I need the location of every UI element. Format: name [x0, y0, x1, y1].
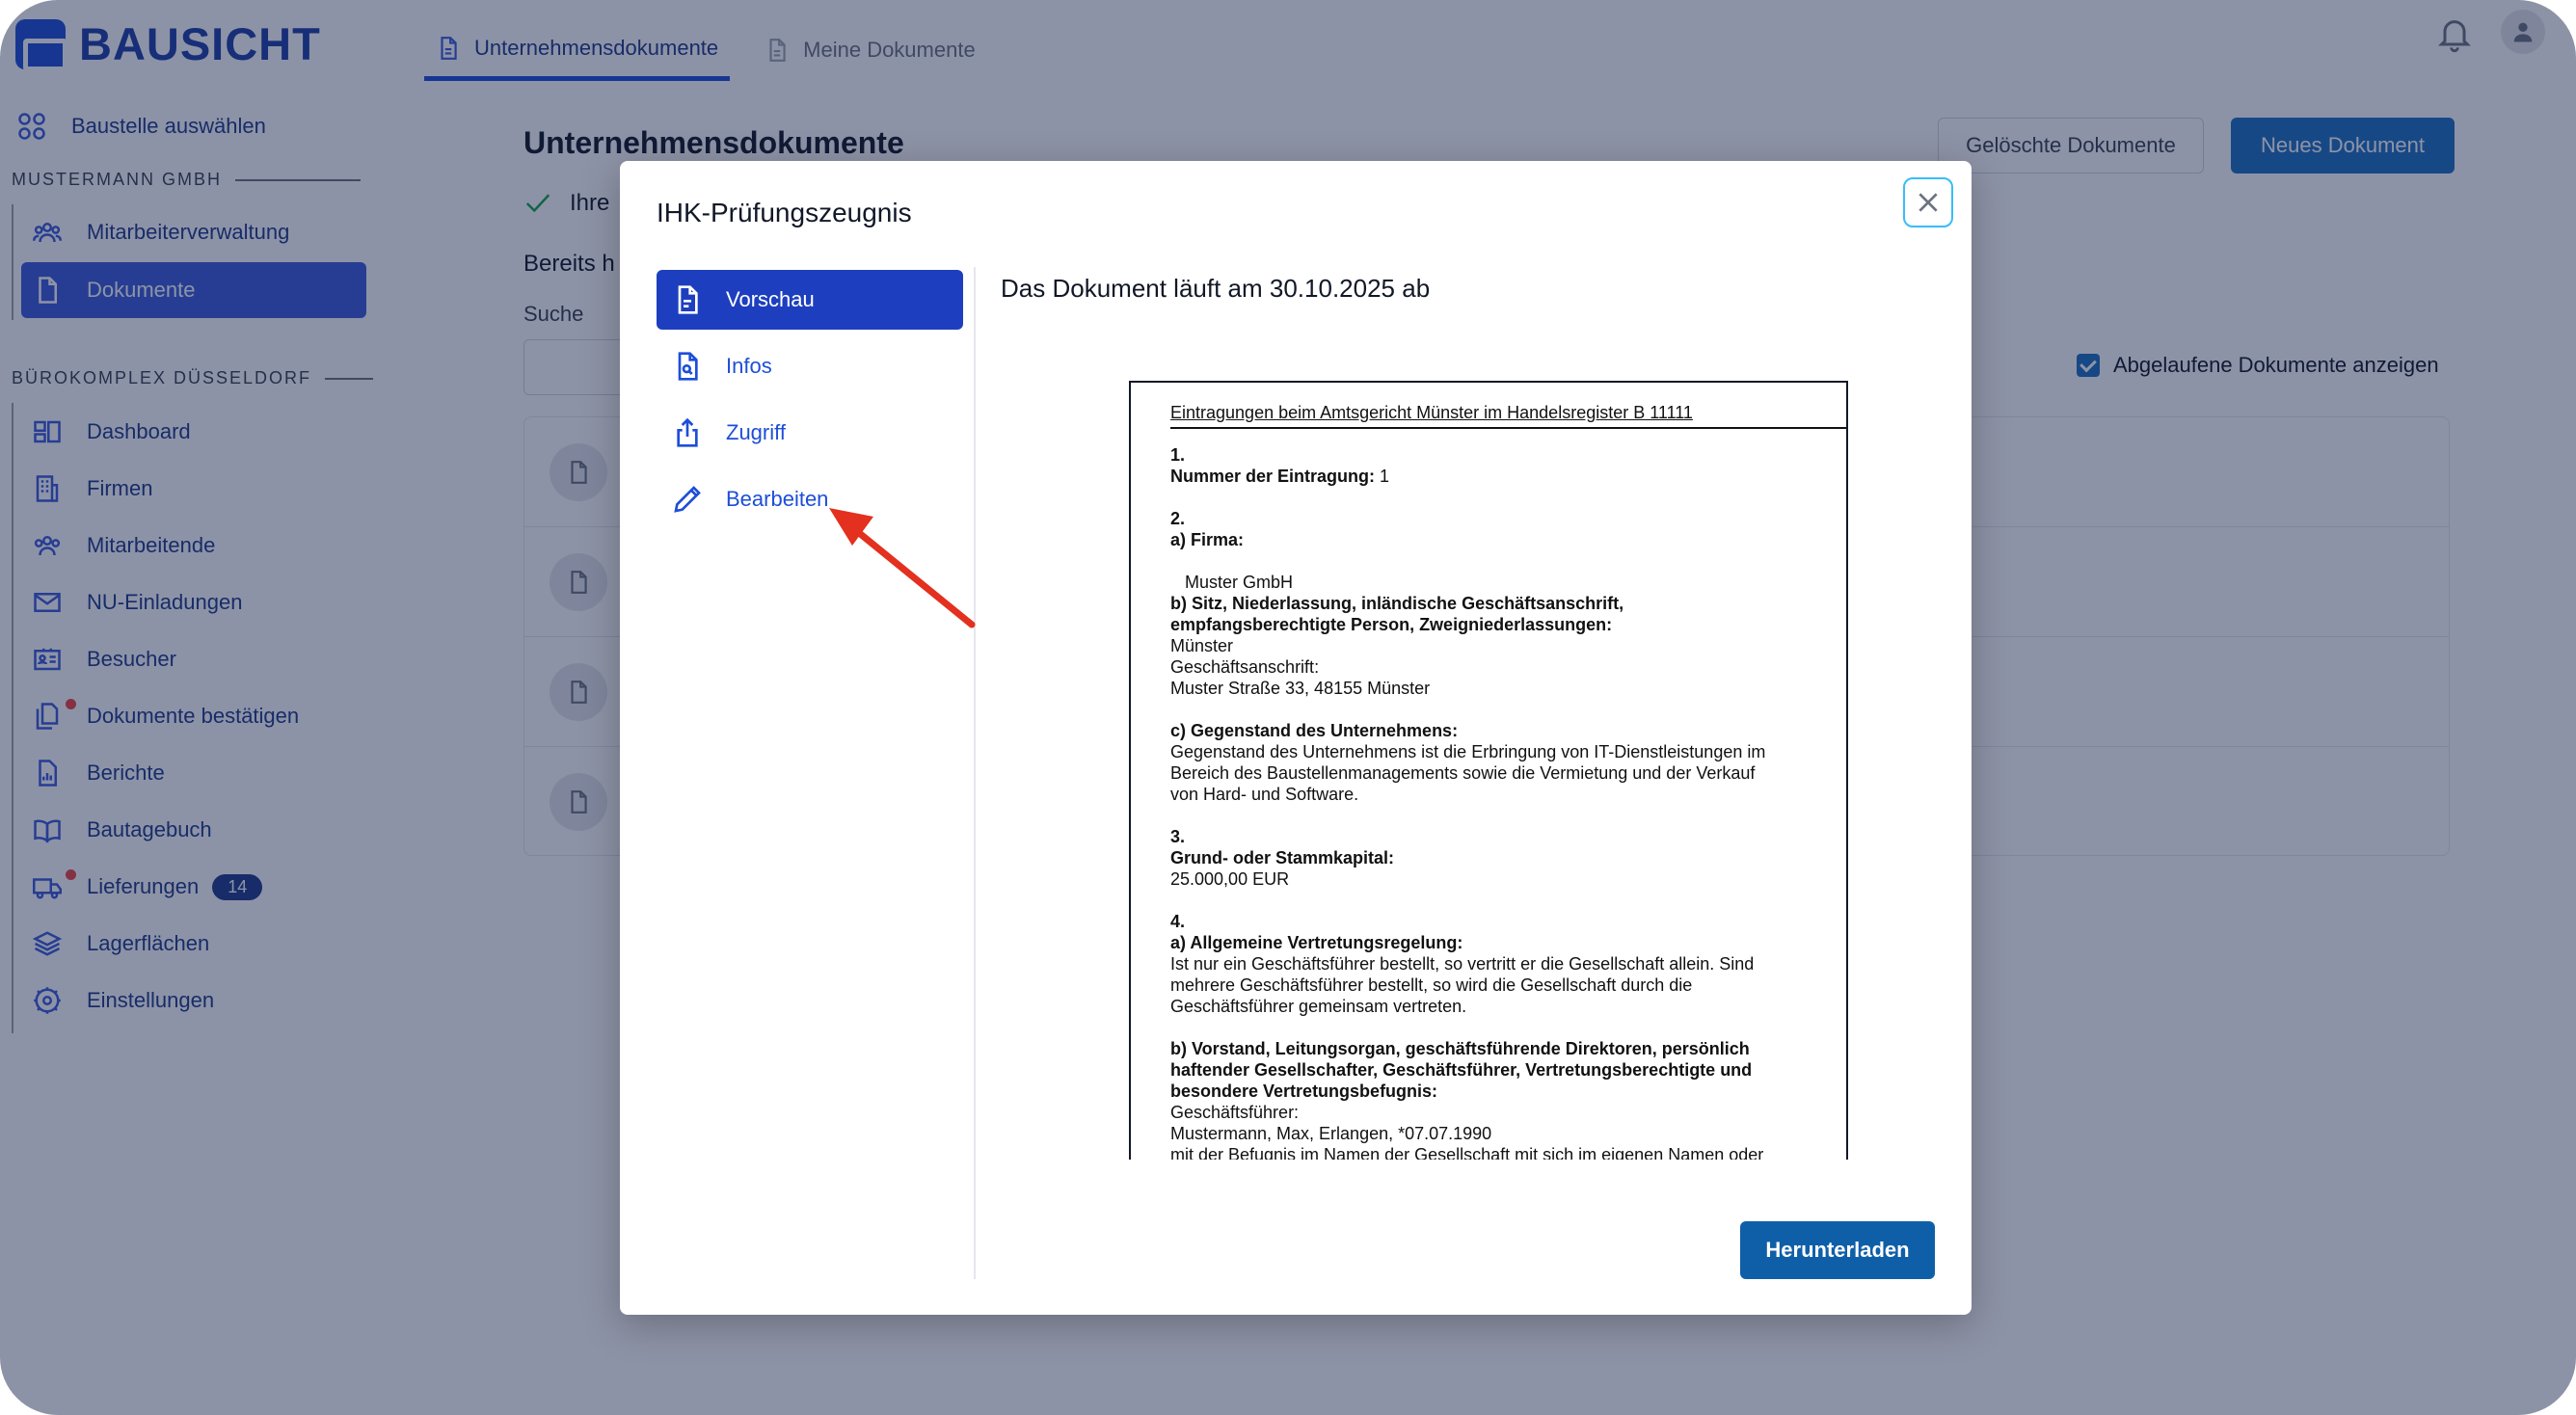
document-line: Nummer der Eintragung: 1 — [1170, 467, 1390, 486]
document-icon — [678, 285, 698, 314]
document-line: 2. — [1170, 509, 1186, 528]
document-line: a) Allgemeine Vertretungsregelung: — [1170, 933, 1463, 952]
document-line: Ist nur ein Geschäftsführer bestellt, so… — [1170, 954, 1755, 974]
document-line: Münster — [1170, 636, 1234, 655]
share-icon — [677, 417, 698, 447]
document-line: b) Vorstand, Leitungsorgan, geschäftsfüh… — [1170, 1039, 1750, 1058]
modal-nav-zugriff[interactable]: Zugriff — [657, 403, 963, 463]
document-line: Geschäftsanschrift: — [1170, 657, 1320, 677]
modal-nav-bearbeiten[interactable]: Bearbeiten — [657, 469, 963, 529]
document-line: b) Sitz, Niederlassung, inländische Gesc… — [1170, 594, 1624, 613]
document-line: Bereich des Baustellenmanagements sowie … — [1170, 763, 1756, 783]
modal-nav-label: Zugriff — [726, 420, 786, 444]
modal-nav-infos[interactable]: Infos — [657, 336, 963, 396]
document-line: 1. — [1170, 445, 1186, 465]
document-line: mit der Befugnis im Namen der Gesellscha… — [1170, 1145, 1764, 1160]
document-line: 25.000,00 EUR — [1170, 869, 1290, 889]
document-line: 3. — [1170, 827, 1186, 846]
document-line: c) Gegenstand des Unternehmens: — [1170, 721, 1459, 740]
document-line: Muster Straße 33, 48155 Münster — [1170, 679, 1431, 698]
document-modal: IHK-Prüfungszeugnis Vorschau Infos Zugri… — [620, 161, 1972, 1315]
document-preview[interactable]: Eintragungen beim Amtsgericht Münster im… — [1129, 381, 1848, 1160]
modal-title: IHK-Prüfungszeugnis — [657, 198, 912, 227]
document-line: Geschäftsführer gemeinsam vertreten. — [1170, 997, 1467, 1016]
modal-nav: Vorschau Infos Zugriff Bearbeiten — [657, 270, 963, 536]
app-window: BAUSICHT Baustelle auswählen MUSTERMANN … — [0, 0, 2576, 1415]
document-line: 4. — [1170, 912, 1186, 931]
document-header: Eintragungen beim Amtsgericht Münster im… — [1170, 402, 1846, 429]
divider — [974, 267, 976, 1279]
document-line: Grund- oder Stammkapital: — [1170, 848, 1395, 868]
document-line: mehrere Geschäftsführer bestellt, so wir… — [1170, 975, 1693, 995]
modal-nav-label: Vorschau — [726, 287, 815, 311]
document-line: a) Firma: — [1170, 530, 1245, 549]
document-line: besondere Vertretungsbefugnis: — [1170, 1081, 1438, 1101]
file-search-icon — [678, 352, 698, 381]
close-icon — [1919, 193, 1938, 212]
modal-nav-label: Bearbeiten — [726, 487, 829, 511]
document-line: Geschäftsführer: — [1170, 1103, 1300, 1122]
document-line: Gegenstand des Unternehmens ist die Erbr… — [1170, 742, 1766, 761]
expiry-notice: Das Dokument läuft am 30.10.2025 ab — [1001, 274, 1431, 303]
document-line: Mustermann, Max, Erlangen, *07.07.1990 — [1170, 1124, 1492, 1143]
close-button[interactable] — [1903, 177, 1953, 227]
document-line: empfangsberechtigte Person, Zweigniederl… — [1170, 615, 1613, 634]
document-line: haftender Gesellschafter, Geschäftsführe… — [1170, 1060, 1753, 1080]
pencil-icon — [674, 486, 701, 513]
download-button[interactable]: Herunterladen — [1740, 1221, 1935, 1279]
modal-nav-vorschau[interactable]: Vorschau — [657, 270, 963, 330]
modal-nav-label: Infos — [726, 354, 772, 378]
document-body: 1. Nummer der Eintragung: 1 2. a) Firma: M… — [1170, 444, 1807, 1160]
document-line: Muster GmbH — [1170, 573, 1294, 592]
document-line: von Hard- und Software. — [1170, 785, 1359, 804]
